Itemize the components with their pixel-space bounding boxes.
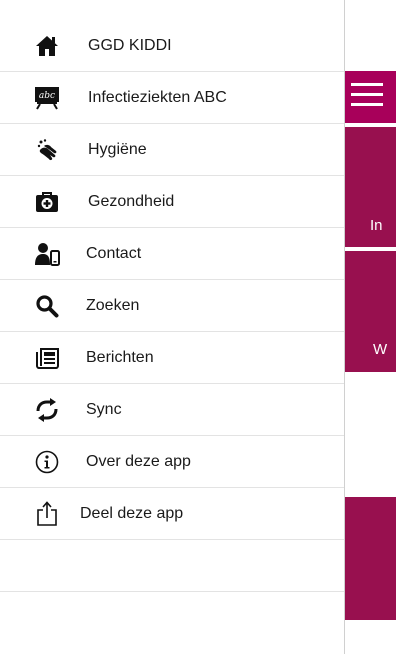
menu-item-label: Deel deze app	[80, 504, 184, 522]
info-icon	[34, 449, 60, 475]
menu-item-ggd-kiddi[interactable]: GGD KIDDI	[0, 20, 344, 72]
menu-item-gezondheid[interactable]: Gezondheid	[0, 176, 344, 228]
background-content: In W	[345, 0, 396, 654]
hamburger-icon[interactable]	[351, 83, 383, 113]
menu-item-label: GGD KIDDI	[88, 36, 172, 54]
menu-item-label: Hygiëne	[88, 140, 147, 158]
svg-text:abc: abc	[39, 91, 55, 101]
menu-item-deel-deze-app[interactable]: Deel deze app	[0, 488, 344, 540]
menu-item-zoeken[interactable]: Zoeken	[0, 280, 344, 332]
menu-item-infectieziekten-abc[interactable]: abc Infectieziekten ABC	[0, 72, 344, 124]
home-tile[interactable]	[345, 497, 396, 620]
first-aid-kit-icon	[34, 189, 60, 215]
home-icon	[34, 33, 60, 59]
app-bar	[345, 71, 396, 123]
navigation-drawer: GGD KIDDI abc Infectieziekten ABC Hygiën…	[0, 0, 345, 654]
home-tile-label: W	[373, 341, 388, 358]
contact-person-phone-icon	[34, 241, 60, 267]
newspaper-icon	[34, 345, 60, 371]
menu-spacer	[0, 540, 344, 592]
sync-icon	[34, 397, 60, 423]
home-tile[interactable]: In	[345, 127, 396, 247]
handwash-icon	[34, 137, 60, 163]
menu-item-sync[interactable]: Sync	[0, 384, 344, 436]
menu-item-label: Sync	[86, 400, 122, 418]
menu-item-berichten[interactable]: Berichten	[0, 332, 344, 384]
screen: In W GGD KIDDI abc Infectieziekten ABC H…	[0, 0, 396, 654]
drawer-menu: GGD KIDDI abc Infectieziekten ABC Hygiën…	[0, 0, 344, 592]
menu-item-label: Over deze app	[86, 452, 191, 470]
home-tile-label: In	[370, 217, 383, 234]
menu-item-label: Berichten	[86, 348, 154, 366]
menu-item-label: Contact	[86, 244, 142, 262]
menu-item-label: Gezondheid	[88, 192, 175, 210]
menu-item-contact[interactable]: Contact	[0, 228, 344, 280]
menu-item-over-deze-app[interactable]: Over deze app	[0, 436, 344, 488]
search-icon	[34, 293, 60, 319]
menu-item-label: Zoeken	[86, 296, 140, 314]
chalkboard-abc-icon: abc	[34, 85, 60, 111]
menu-item-hygiene[interactable]: Hygiëne	[0, 124, 344, 176]
home-tile[interactable]: W	[345, 251, 396, 372]
menu-item-label: Infectieziekten ABC	[88, 88, 227, 106]
share-icon	[34, 500, 60, 527]
